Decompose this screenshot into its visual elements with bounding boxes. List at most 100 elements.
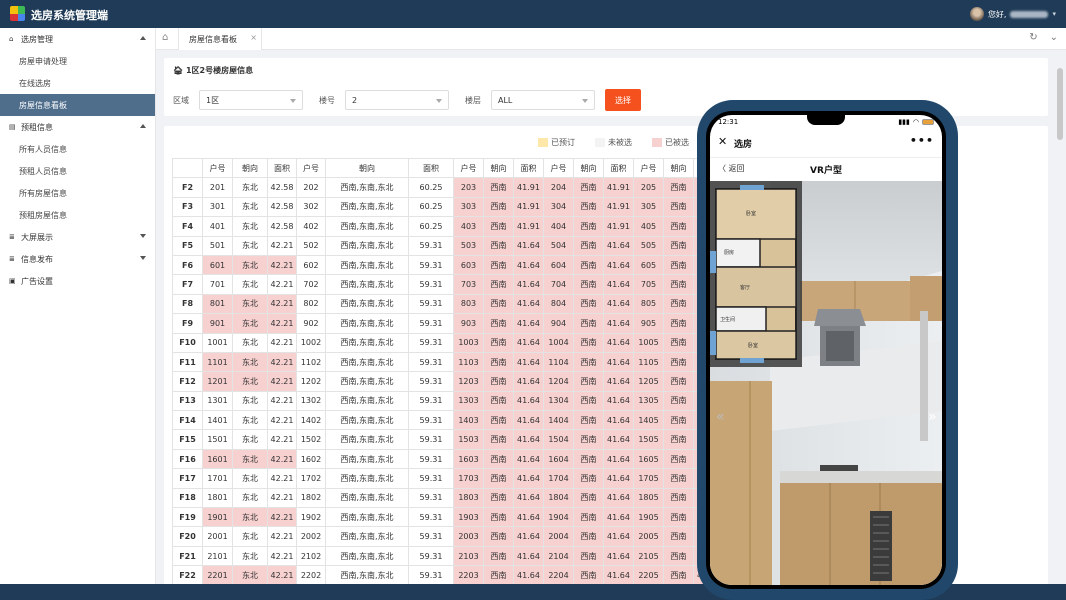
unit-cell[interactable]: 504 — [543, 235, 574, 256]
unit-cell[interactable]: 41.64 — [603, 429, 634, 450]
unit-cell[interactable]: 西南 — [573, 196, 604, 218]
unit-cell[interactable]: 西南,东南,东北 — [325, 448, 409, 470]
unit-cell[interactable]: 59.31 — [408, 448, 454, 470]
unit-cell[interactable]: 东北 — [232, 216, 268, 237]
unit-cell[interactable]: 41.64 — [513, 487, 544, 509]
unit-cell[interactable]: 1103 — [453, 351, 484, 373]
unit-cell[interactable]: 西南 — [573, 177, 604, 198]
unit-cell[interactable]: 西南,东南,东北 — [325, 507, 409, 528]
unit-cell[interactable]: 59.31 — [408, 235, 454, 256]
unit-cell[interactable]: 204 — [543, 177, 574, 198]
unit-cell[interactable]: 41.64 — [513, 351, 544, 373]
unit-cell[interactable]: 59.31 — [408, 468, 454, 489]
unit-cell[interactable]: 东北 — [232, 293, 268, 315]
unit-cell[interactable]: 41.64 — [603, 332, 634, 353]
unit-cell[interactable]: 西南 — [663, 526, 694, 547]
unit-cell[interactable]: 西南 — [483, 254, 514, 276]
unit-cell[interactable]: 西南,东南,东北 — [325, 565, 409, 586]
unit-cell[interactable]: 西南 — [663, 235, 694, 256]
unit-cell[interactable]: 41.64 — [513, 565, 544, 586]
unit-cell[interactable]: 西南 — [483, 313, 514, 334]
unit-cell[interactable]: 1902 — [296, 507, 326, 528]
unit-cell[interactable]: 41.64 — [513, 293, 544, 315]
unit-cell[interactable]: 西南 — [663, 177, 694, 198]
unit-cell[interactable]: 西南,东南,东北 — [325, 545, 409, 567]
chevron-down-icon[interactable]: ▾ — [1052, 10, 1056, 18]
unit-cell[interactable]: 41.64 — [603, 448, 634, 470]
unit-cell[interactable]: 西南 — [573, 313, 604, 334]
unit-cell[interactable]: 805 — [633, 293, 664, 315]
unit-cell[interactable]: 1205 — [633, 371, 664, 392]
user-menu[interactable]: 您好, ▾ — [969, 7, 1056, 21]
unit-cell[interactable]: 902 — [296, 313, 326, 334]
unit-cell[interactable]: 41.64 — [603, 254, 634, 276]
sidebar-group-4[interactable]: ▣ 广告设置 — [0, 270, 155, 292]
unit-cell[interactable]: 41.91 — [603, 216, 634, 237]
unit-cell[interactable]: 西南 — [663, 468, 694, 489]
unit-cell[interactable]: 42.58 — [267, 216, 297, 237]
unit-cell[interactable]: 西南 — [483, 274, 514, 295]
unit-cell[interactable]: 42.21 — [267, 448, 297, 470]
unit-cell[interactable]: 41.64 — [603, 371, 634, 392]
unit-cell[interactable]: 西南 — [663, 293, 694, 315]
sidebar-item[interactable]: 预租房屋信息 — [0, 204, 155, 226]
unit-cell[interactable]: 405 — [633, 216, 664, 237]
unit-cell[interactable]: 西南 — [483, 487, 514, 509]
unit-cell[interactable]: 41.64 — [603, 565, 634, 586]
unit-cell[interactable]: 西南 — [483, 196, 514, 218]
sidebar-item[interactable]: 房屋申请处理 — [0, 50, 155, 72]
unit-cell[interactable]: 59.31 — [408, 410, 454, 431]
unit-cell[interactable]: 41.64 — [513, 254, 544, 276]
unit-cell[interactable]: 西南,东南,东北 — [325, 216, 409, 237]
unit-cell[interactable]: 西南 — [573, 448, 604, 470]
unit-cell[interactable]: 1001 — [202, 332, 233, 353]
unit-cell[interactable]: 1405 — [633, 410, 664, 431]
unit-cell[interactable]: 201 — [202, 177, 233, 198]
unit-cell[interactable]: 西南 — [663, 254, 694, 276]
unit-cell[interactable]: 西南 — [483, 332, 514, 353]
unit-cell[interactable]: 2104 — [543, 545, 574, 567]
unit-cell[interactable]: 41.64 — [603, 235, 634, 256]
unit-cell[interactable]: 东北 — [232, 526, 268, 547]
unit-cell[interactable]: 704 — [543, 274, 574, 295]
unit-cell[interactable]: 西南 — [663, 351, 694, 373]
unit-cell[interactable]: 西南 — [573, 371, 604, 392]
unit-cell[interactable]: 西南 — [573, 293, 604, 315]
unit-cell[interactable]: 42.21 — [267, 410, 297, 431]
unit-cell[interactable]: 西南 — [663, 545, 694, 567]
unit-cell[interactable]: 西南 — [483, 565, 514, 586]
avatar[interactable] — [969, 7, 984, 21]
unit-cell[interactable]: 605 — [633, 254, 664, 276]
unit-cell[interactable]: 1003 — [453, 332, 484, 353]
unit-cell[interactable]: 西南 — [483, 351, 514, 373]
unit-cell[interactable]: 41.64 — [513, 448, 544, 470]
unit-cell[interactable]: 604 — [543, 254, 574, 276]
unit-cell[interactable]: 59.31 — [408, 487, 454, 509]
unit-cell[interactable]: 西南 — [573, 235, 604, 256]
unit-cell[interactable]: 402 — [296, 216, 326, 237]
unit-cell[interactable]: 59.31 — [408, 293, 454, 315]
sidebar-group-1[interactable]: ▤ 预租信息 — [0, 116, 155, 138]
unit-cell[interactable]: 西南 — [483, 429, 514, 450]
vr-panorama[interactable]: « » 卧室 客厅 卫生间 厨房 卧室 — [710, 181, 942, 585]
close-icon[interactable]: ✕ — [718, 135, 727, 148]
unit-cell[interactable]: 西南,东南,东北 — [325, 351, 409, 373]
unit-cell[interactable]: 东北 — [232, 371, 268, 392]
unit-cell[interactable]: 东北 — [232, 429, 268, 450]
unit-cell[interactable]: 41.64 — [603, 410, 634, 431]
unit-cell[interactable]: 西南,东南,东北 — [325, 177, 409, 198]
unit-cell[interactable]: 42.21 — [267, 565, 297, 586]
unit-cell[interactable]: 41.64 — [513, 371, 544, 392]
unit-cell[interactable]: 东北 — [232, 448, 268, 470]
unit-cell[interactable]: 503 — [453, 235, 484, 256]
scrollbar-thumb[interactable] — [1057, 68, 1063, 140]
unit-cell[interactable]: 42.21 — [267, 371, 297, 392]
unit-cell[interactable]: 西南 — [483, 235, 514, 256]
unit-cell[interactable]: 西南 — [663, 487, 694, 509]
unit-cell[interactable]: 西南 — [573, 487, 604, 509]
unit-cell[interactable]: 1603 — [453, 448, 484, 470]
unit-cell[interactable]: 1903 — [453, 507, 484, 528]
unit-cell[interactable]: 59.31 — [408, 351, 454, 373]
sidebar-item[interactable]: 在线选房 — [0, 72, 155, 94]
unit-cell[interactable]: 41.64 — [603, 274, 634, 295]
